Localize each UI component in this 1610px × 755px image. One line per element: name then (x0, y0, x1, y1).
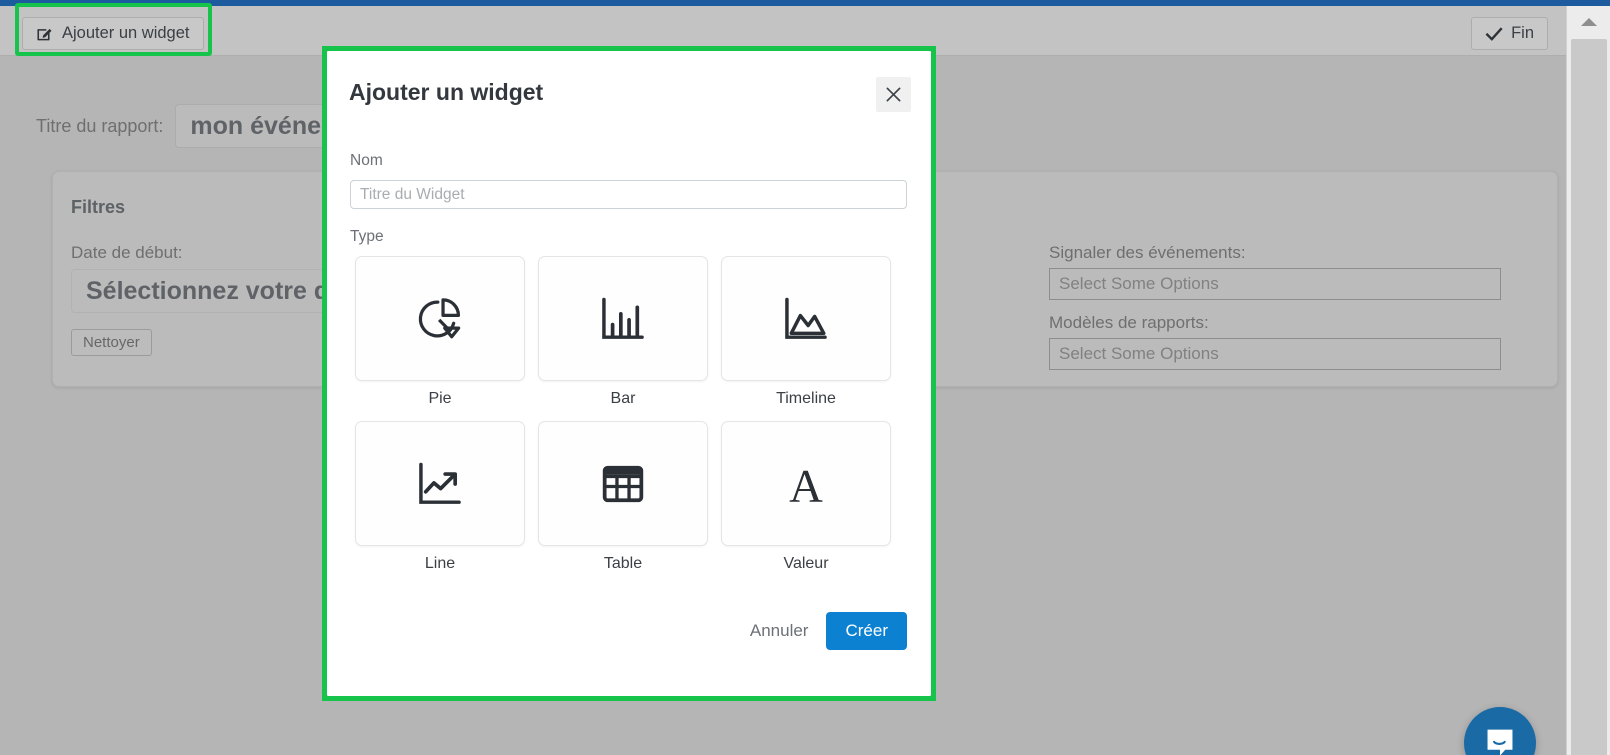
modal-title: Ajouter un widget (349, 79, 544, 105)
svg-text:A: A (789, 460, 823, 512)
table-grid-icon (602, 465, 644, 502)
widget-type-label: Pie (428, 390, 452, 407)
add-widget-label: Ajouter un widget (62, 24, 190, 42)
edit-square-icon (36, 25, 54, 43)
widget-type-icon-box (355, 256, 525, 381)
widget-type-option-valeur[interactable]: A Valeur (721, 421, 891, 573)
report-title-label: Titre du rapport: (36, 115, 164, 136)
widget-type-grid: Pie Bar Timeline Line Table A Valeur (355, 256, 905, 573)
create-button[interactable]: Créer (826, 612, 907, 650)
widget-name-input[interactable] (350, 180, 907, 209)
check-icon (1485, 25, 1503, 43)
close-icon (886, 87, 901, 102)
name-field-label: Nom (350, 152, 383, 169)
widget-type-label: Line (424, 555, 456, 572)
widget-type-icon-box (355, 421, 525, 546)
widget-type-label: Timeline (776, 390, 836, 407)
modal-close-button[interactable] (876, 77, 911, 112)
widget-type-icon-box (538, 421, 708, 546)
pie-chart-icon (418, 297, 461, 338)
report-templates-multiselect[interactable]: Select Some Options (1049, 338, 1501, 370)
done-button[interactable]: Fin (1471, 17, 1548, 50)
widget-type-label: Valeur (783, 555, 829, 572)
add-widget-modal: Ajouter un widget Nom Type Pie (327, 51, 931, 696)
report-templates-label: Modèles de rapports: (1049, 313, 1209, 332)
modal-footer: Annuler Créer (746, 612, 907, 650)
filters-right-column: Signaler des événements: Select Some Opt… (1049, 243, 1505, 383)
scrollbar-up-arrow-icon[interactable] (1580, 18, 1597, 26)
widget-type-option-bar[interactable]: Bar (538, 256, 708, 408)
page-scrollbar[interactable] (1566, 6, 1610, 755)
report-events-label: Signaler des événements: (1049, 243, 1246, 262)
timeline-chart-icon (785, 297, 827, 339)
bar-chart-icon (602, 297, 644, 339)
letter-a-icon: A (789, 460, 823, 512)
line-chart-icon (419, 462, 461, 504)
app-root: Titre du rapport: mon événem Filtres Dat… (0, 0, 1610, 755)
widget-type-option-timeline[interactable]: Timeline (721, 256, 891, 408)
intercom-chat-launcher[interactable] (1464, 707, 1536, 755)
widget-type-icon-box: A (721, 421, 891, 546)
report-events-multiselect[interactable]: Select Some Options (1049, 268, 1501, 300)
widget-type-option-table[interactable]: Table (538, 421, 708, 573)
scrollbar-thumb[interactable] (1571, 39, 1607, 755)
widget-type-icon-box (538, 256, 708, 381)
widget-type-option-line[interactable]: Line (355, 421, 525, 573)
widget-type-label: Table (603, 555, 643, 572)
widget-type-option-pie[interactable]: Pie (355, 256, 525, 408)
clear-filters-button[interactable]: Nettoyer (71, 329, 152, 356)
cancel-button[interactable]: Annuler (746, 615, 813, 647)
widget-type-icon-box (721, 256, 891, 381)
intercom-chat-icon (1487, 729, 1513, 755)
editor-toolbar: Ajouter un widget Fin (0, 6, 1566, 56)
widget-type-label: Bar (610, 390, 636, 407)
add-widget-button[interactable]: Ajouter un widget (22, 17, 204, 50)
filters-heading: Filtres (71, 197, 126, 217)
done-label: Fin (1511, 24, 1534, 42)
type-field-label: Type (350, 228, 384, 245)
